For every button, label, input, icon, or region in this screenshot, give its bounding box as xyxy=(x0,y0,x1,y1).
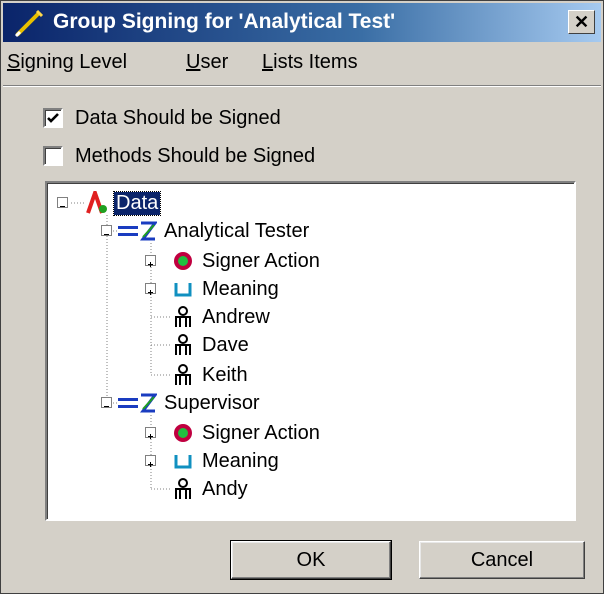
expand-signer-action-toggle[interactable] xyxy=(145,427,156,439)
tree-node-signer-action[interactable]: Signer Action xyxy=(171,248,322,274)
data-signed-option[interactable]: Data Should be Signed xyxy=(43,105,281,131)
menu-signing-level[interactable]: Signing Level xyxy=(7,51,127,74)
user-icon xyxy=(175,306,191,327)
meaning-icon xyxy=(174,283,192,297)
methods-signed-option[interactable]: Methods Should be Signed xyxy=(43,143,315,169)
methods-signed-label: Methods Should be Signed xyxy=(75,144,316,167)
signing-level-icon xyxy=(118,393,157,413)
tree-node-user[interactable]: Dave xyxy=(171,332,251,358)
signer-action-icon xyxy=(174,424,192,442)
minus-icon xyxy=(60,206,65,207)
collapse-data-toggle[interactable] xyxy=(57,197,68,208)
collapse-analytical-tester-toggle[interactable] xyxy=(101,225,112,236)
expand-signer-action-toggle[interactable] xyxy=(145,255,156,267)
menu-separator xyxy=(3,85,601,87)
expand-meaning-toggle[interactable] xyxy=(145,455,156,467)
tree-node-signer-action[interactable]: Signer Action xyxy=(171,420,322,446)
methods-signed-checkbox[interactable] xyxy=(43,146,63,166)
signing-level-icon xyxy=(118,221,157,241)
tree-node-supervisor[interactable]: Supervisor xyxy=(117,390,262,416)
user-icon xyxy=(175,478,191,499)
tree-node-data[interactable]: Data xyxy=(85,190,162,216)
pen-icon xyxy=(14,9,44,38)
window-title: Group Signing for 'Analytical Test' xyxy=(53,10,396,33)
minus-icon xyxy=(104,234,109,235)
data-icon xyxy=(86,191,107,214)
plus-icon xyxy=(148,262,153,267)
plus-icon xyxy=(148,434,153,439)
ok-button[interactable]: OK xyxy=(230,540,392,580)
close-button[interactable]: ✕ xyxy=(568,10,595,34)
minus-icon xyxy=(104,406,109,407)
group-signing-dialog: Group Signing for 'Analytical Test' ✕ Si… xyxy=(0,0,604,594)
menu-user[interactable]: User xyxy=(186,51,228,74)
expand-meaning-toggle[interactable] xyxy=(145,283,156,295)
tree-node-analytical-tester[interactable]: Analytical Tester xyxy=(117,218,311,244)
user-icon xyxy=(175,334,191,355)
tree-node-user[interactable]: Keith xyxy=(171,362,250,388)
checkmark-icon xyxy=(47,113,59,123)
tree-label-data: Data xyxy=(112,190,162,216)
signer-action-icon xyxy=(174,252,192,270)
menu-lists-items[interactable]: Lists Items xyxy=(262,51,358,74)
tree-label-group: Supervisor xyxy=(164,391,260,414)
tree-node-meaning[interactable]: Meaning xyxy=(171,448,281,474)
tree-node-user[interactable]: Andrew xyxy=(171,304,272,330)
plus-icon xyxy=(148,462,153,467)
tree-node-meaning[interactable]: Meaning xyxy=(171,276,281,302)
menu-bar: Signing Level User Lists Items xyxy=(3,45,601,81)
meaning-icon xyxy=(174,455,192,469)
close-icon: ✕ xyxy=(573,12,590,32)
collapse-supervisor-toggle[interactable] xyxy=(101,397,112,408)
cancel-button[interactable]: Cancel xyxy=(419,541,585,579)
data-signed-label: Data Should be Signed xyxy=(75,106,281,129)
tree-node-user[interactable]: Andy xyxy=(171,476,250,502)
title-bar[interactable]: Group Signing for 'Analytical Test' ✕ xyxy=(3,3,601,42)
user-icon xyxy=(175,364,191,385)
signing-tree[interactable]: Data Analytical Tester Signer Action Mea… xyxy=(45,181,576,521)
tree-label-group: Analytical Tester xyxy=(164,219,310,242)
data-signed-checkbox[interactable] xyxy=(43,108,63,128)
plus-icon xyxy=(148,290,153,295)
